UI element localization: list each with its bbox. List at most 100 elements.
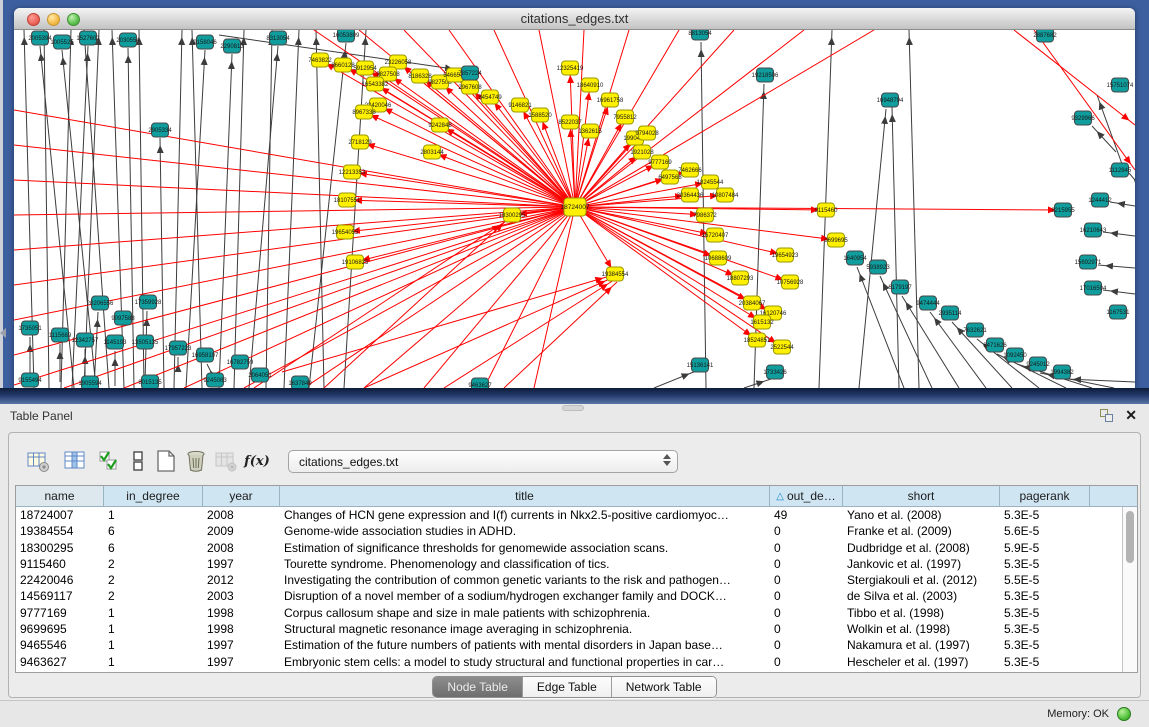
- network-node[interactable]: 20364436: [677, 188, 704, 202]
- network-node[interactable]: 1005525: [50, 35, 74, 49]
- column-header-out_de[interactable]: △out_de…: [770, 486, 843, 506]
- table-row[interactable]: 977716911998Corpus callosum shape and si…: [16, 605, 1122, 621]
- column-header-short[interactable]: short: [843, 486, 1000, 506]
- network-node[interactable]: 8471626: [983, 338, 1007, 352]
- network-node[interactable]: 8215955: [1051, 203, 1075, 217]
- network-node[interactable]: 1637849: [288, 376, 312, 388]
- select-all-icon[interactable]: [95, 446, 125, 476]
- network-node[interactable]: 2905334: [148, 123, 172, 137]
- network-node[interactable]: 1640954: [843, 251, 867, 265]
- network-node[interactable]: 2290813: [220, 39, 244, 53]
- network-node[interactable]: 16958107: [192, 348, 219, 362]
- table-selector-dropdown[interactable]: citations_edges.txt: [288, 450, 678, 473]
- table-row[interactable]: 969969511998Structural magnetic resonanc…: [16, 621, 1122, 637]
- network-node[interactable]: 9777169: [648, 155, 672, 169]
- float-panel-icon[interactable]: [1100, 409, 1115, 423]
- table-row[interactable]: 911546021997Tourette syndrome. Phenomeno…: [16, 556, 1122, 572]
- network-node[interactable]: 16720407: [702, 228, 729, 242]
- network-node[interactable]: 9242848: [428, 118, 452, 132]
- network-node[interactable]: 9245083: [203, 373, 227, 387]
- network-node[interactable]: 18807293: [727, 271, 754, 285]
- table-row[interactable]: 946554611997Estimation of the future num…: [16, 637, 1122, 653]
- network-node[interactable]: 6179197: [888, 280, 912, 294]
- network-node[interactable]: 10807484: [712, 188, 739, 202]
- network-node[interactable]: 15136141: [687, 358, 714, 372]
- memory-ok-indicator-icon[interactable]: [1117, 707, 1131, 721]
- network-node[interactable]: 7857224: [458, 66, 482, 80]
- network-node[interactable]: 19654923: [772, 248, 799, 262]
- network-node[interactable]: 8660128: [331, 58, 355, 72]
- tab-network-table[interactable]: Network Table: [612, 677, 716, 697]
- network-node[interactable]: 1362615: [578, 124, 602, 138]
- network-node[interactable]: 5938923: [866, 260, 890, 274]
- network-node[interactable]: 9158046: [193, 35, 217, 49]
- network-node[interactable]: 16961758: [597, 93, 624, 107]
- table-row[interactable]: 1872400712008Changes of HCN gene express…: [16, 507, 1122, 523]
- delete-table-icon[interactable]: [181, 446, 211, 476]
- network-node[interactable]: 1733426: [763, 365, 787, 379]
- table-settings-icon[interactable]: [23, 446, 53, 476]
- network-node[interactable]: 9115460: [815, 203, 839, 217]
- network-node[interactable]: 2718129: [348, 135, 372, 149]
- network-node[interactable]: 2522544: [770, 340, 794, 354]
- network-node[interactable]: 1112845: [1109, 163, 1132, 177]
- network-node[interactable]: 15751074: [1107, 78, 1134, 92]
- network-node[interactable]: 19384554: [602, 267, 629, 281]
- network-node[interactable]: 2030554: [116, 33, 140, 47]
- network-node[interactable]: 18245544: [697, 175, 724, 189]
- network-node[interactable]: 12342757: [72, 333, 99, 347]
- column-header-name[interactable]: name: [16, 486, 104, 506]
- network-node[interactable]: 1115689: [49, 328, 72, 342]
- network-node[interactable]: 7463822: [308, 53, 332, 67]
- network-node[interactable]: 7955812: [613, 110, 637, 124]
- network-node[interactable]: 2064051: [248, 368, 272, 382]
- network-node[interactable]: 12325419: [557, 61, 584, 75]
- network-node[interactable]: 16053809: [333, 30, 360, 42]
- network-node[interactable]: 15692971: [1075, 255, 1102, 269]
- network-node[interactable]: 19218506: [752, 68, 779, 82]
- network-node[interactable]: 5912954: [353, 61, 377, 75]
- network-node[interactable]: 8015135: [138, 375, 162, 388]
- network-node[interactable]: 9474444: [916, 296, 940, 310]
- network-node[interactable]: 17016504: [1080, 281, 1107, 295]
- network-node[interactable]: 16210643: [1080, 223, 1107, 237]
- close-panel-icon[interactable]: ✕: [1125, 407, 1137, 423]
- network-node[interactable]: 8313054: [266, 31, 290, 45]
- function-builder-icon[interactable]: f(x): [242, 446, 272, 476]
- column-header-pagerank[interactable]: pagerank: [1000, 486, 1090, 506]
- row-height-icon[interactable]: [123, 446, 153, 476]
- network-node[interactable]: 10756928: [777, 275, 804, 289]
- network-node[interactable]: 1145193: [104, 335, 128, 349]
- network-node[interactable]: 16948794: [877, 93, 904, 107]
- network-node[interactable]: 8967338: [352, 105, 376, 119]
- vertical-scrollbar[interactable]: [1122, 507, 1137, 672]
- network-node[interactable]: 1735051: [18, 321, 42, 335]
- network-canvas[interactable]: 7463822866012859129542322605898275081654…: [14, 30, 1135, 388]
- network-node[interactable]: 9155494: [18, 373, 42, 387]
- network-node[interactable]: 8522037: [558, 115, 582, 129]
- network-node[interactable]: 9699695: [824, 233, 848, 247]
- table-row[interactable]: 946362711997Embryonic stem cells: a mode…: [16, 654, 1122, 670]
- network-node[interactable]: 10688609: [705, 251, 732, 265]
- network-node[interactable]: 7632621: [963, 323, 987, 337]
- network-node[interactable]: 20206556: [87, 296, 114, 310]
- network-node[interactable]: 1527602: [76, 31, 100, 45]
- collapse-panel-arrow-icon[interactable]: [0, 328, 6, 338]
- network-node[interactable]: 9146821: [508, 98, 532, 112]
- network-node[interactable]: 9097588: [111, 311, 135, 325]
- network-node[interactable]: 18724007: [561, 198, 590, 216]
- network-node[interactable]: 1994382: [1050, 365, 1074, 379]
- table-row[interactable]: 1830029562008Estimation of significance …: [16, 540, 1122, 556]
- column-header-in_degree[interactable]: in_degree: [104, 486, 203, 506]
- table-row[interactable]: 1456911722003Disruption of a novel membe…: [16, 588, 1122, 604]
- column-header-title[interactable]: title: [280, 486, 770, 506]
- tab-edge-table[interactable]: Edge Table: [523, 677, 612, 697]
- network-node[interactable]: 2935114: [939, 306, 963, 320]
- table-row[interactable]: 2242004622012Investigating the contribut…: [16, 572, 1122, 588]
- network-node[interactable]: 2005394: [28, 31, 52, 45]
- network-node[interactable]: 9245012: [1026, 357, 1050, 371]
- network-node[interactable]: 8813054: [688, 30, 712, 40]
- network-node[interactable]: 17359928: [135, 295, 162, 309]
- network-node[interactable]: 1905594: [78, 376, 102, 388]
- column-header-year[interactable]: year: [203, 486, 280, 506]
